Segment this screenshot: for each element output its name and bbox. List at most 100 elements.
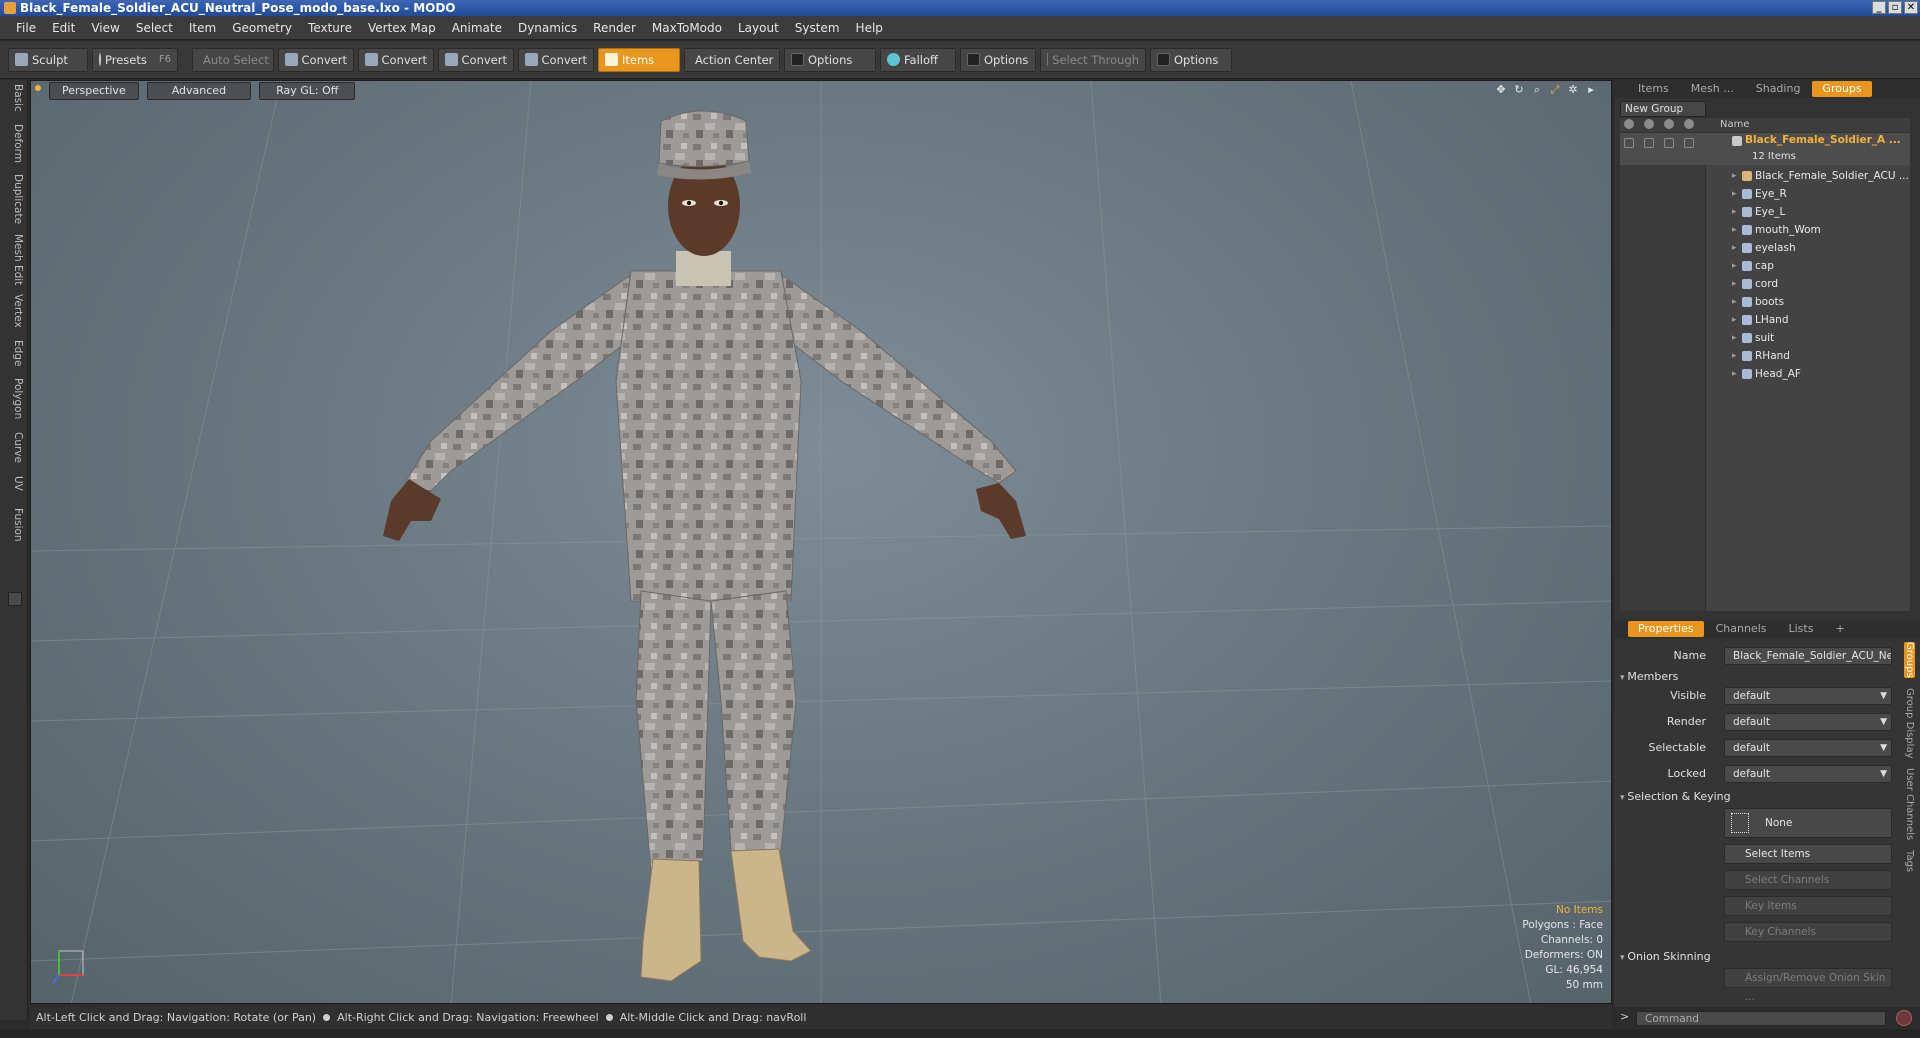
menu-select[interactable]: Select	[128, 21, 181, 35]
render-dropdown[interactable]: default ▼	[1724, 713, 1892, 731]
side-tab-tags[interactable]: Tags	[1904, 850, 1915, 872]
convert-button-2[interactable]: Convert	[358, 47, 434, 72]
key-channels-button[interactable]: Key Channels	[1724, 922, 1892, 942]
zoom-icon[interactable]: ⌕	[1531, 84, 1543, 96]
group-row[interactable]: Black_Female_Soldier_A ... 12 Items	[1620, 133, 1910, 165]
tab-deform[interactable]: Deform	[4, 124, 24, 163]
close-icon[interactable]: ✕	[1904, 1, 1918, 14]
list-item[interactable]: ▸ boots	[1620, 293, 1910, 311]
tab-basic[interactable]: Basic	[4, 84, 24, 112]
menu-item[interactable]: Item	[181, 21, 224, 35]
list-item[interactable]: ▸ eyelash	[1620, 239, 1910, 257]
3d-viewport[interactable]: Perspective Advanced Ray GL: Off ✥ ↻ ⌕ ⤢…	[30, 80, 1612, 1004]
menu-edit[interactable]: Edit	[44, 21, 83, 35]
selectable-icon[interactable]	[1664, 119, 1674, 129]
tab-fusion[interactable]: Fusion	[4, 508, 24, 542]
menu-vertex-map[interactable]: Vertex Map	[360, 21, 444, 35]
convert-button-4[interactable]: Convert	[518, 47, 594, 72]
menu-help[interactable]: Help	[848, 21, 891, 35]
maximize-viewport-icon[interactable]: ⤢	[1549, 84, 1561, 96]
shading-mode-button[interactable]: Advanced	[146, 82, 252, 100]
lock-icon[interactable]	[1684, 119, 1694, 129]
list-item[interactable]: ▸ Eye_L	[1620, 203, 1910, 221]
list-item[interactable]: ▸ Head_AF	[1620, 365, 1910, 383]
side-tab-user-channels[interactable]: User Channels	[1904, 768, 1915, 840]
key-items-button[interactable]: Key Items	[1724, 896, 1892, 916]
render-toggle[interactable]	[1644, 138, 1654, 148]
tab-duplicate[interactable]: Duplicate	[4, 174, 24, 224]
menu-maxtomodo[interactable]: MaxToModo	[644, 21, 730, 35]
select-toggle[interactable]	[1664, 138, 1674, 148]
raygl-button[interactable]: Ray GL: Off	[259, 82, 356, 100]
menu-file[interactable]: File	[8, 21, 44, 35]
locked-dropdown[interactable]: default ▼	[1724, 765, 1892, 783]
panel-toggle-icon[interactable]	[8, 592, 22, 606]
select-channels-button[interactable]: Select Channels	[1724, 870, 1892, 890]
tab-channels[interactable]: Channels	[1706, 621, 1777, 637]
sculpt-button[interactable]: Sculpt	[8, 47, 88, 72]
command-history-icon[interactable]	[1896, 1010, 1912, 1026]
viewport-menu-icon[interactable]	[35, 85, 41, 91]
menu-dynamics[interactable]: Dynamics	[510, 21, 585, 35]
tab-items[interactable]: Items	[1628, 81, 1679, 97]
options-button-3[interactable]: Options	[1150, 47, 1232, 72]
tab-uv[interactable]: UV	[4, 476, 24, 491]
menu-view[interactable]: View	[83, 21, 127, 35]
menu-layout[interactable]: Layout	[730, 21, 787, 35]
menu-system[interactable]: System	[787, 21, 848, 35]
side-tab-groups[interactable]: Groups	[1904, 642, 1915, 678]
list-item[interactable]: ▸ cord	[1620, 275, 1910, 293]
tab-curve[interactable]: Curve	[4, 432, 24, 463]
tab-properties[interactable]: Properties	[1628, 621, 1704, 637]
selection-keying-section[interactable]: Selection & Keying	[1620, 790, 1730, 803]
visibility-eye-icon[interactable]	[1624, 119, 1634, 129]
settings-gear-icon[interactable]: ✲	[1567, 84, 1579, 96]
select-through-button[interactable]: Select Through	[1040, 47, 1146, 72]
onion-skinning-section[interactable]: Onion Skinning	[1620, 950, 1710, 963]
new-group-button[interactable]: New Group	[1620, 101, 1706, 117]
list-item[interactable]: ▸ Eye_R	[1620, 185, 1910, 203]
list-item[interactable]: ▸ Black_Female_Soldier_ACU ...	[1620, 167, 1910, 185]
visible-dropdown[interactable]: default ▼	[1724, 687, 1892, 705]
menu-texture[interactable]: Texture	[300, 21, 360, 35]
visibility-toggle[interactable]	[1624, 138, 1634, 148]
action-center-button[interactable]: Action Center	[684, 47, 780, 72]
assign-onion-skin-button[interactable]: Assign/Remove Onion Skin ...	[1724, 968, 1892, 1003]
members-section[interactable]: Members	[1620, 670, 1678, 683]
add-tab-icon[interactable]: +	[1825, 621, 1854, 637]
lock-toggle[interactable]	[1684, 138, 1694, 148]
auto-select-button[interactable]: Auto Select	[192, 47, 274, 72]
list-item[interactable]: ▸ cap	[1620, 257, 1910, 275]
expand-arrow-icon[interactable]: ▸	[1585, 84, 1597, 96]
presets-button[interactable]: Presets F6	[92, 47, 178, 72]
tab-shading[interactable]: Shading	[1746, 81, 1811, 97]
falloff-button[interactable]: Falloff	[880, 47, 956, 72]
items-mode-button[interactable]: Items	[598, 47, 680, 72]
minimize-icon[interactable]: _	[1872, 1, 1886, 14]
tab-mesh-edit[interactable]: Mesh Edit	[4, 234, 24, 285]
list-item[interactable]: ▸ suit	[1620, 329, 1910, 347]
list-item[interactable]: ▸ mouth_Wom	[1620, 221, 1910, 239]
tab-groups[interactable]: Groups	[1812, 81, 1872, 97]
list-item[interactable]: ▸ LHand	[1620, 311, 1910, 329]
pan-icon[interactable]: ✥	[1495, 84, 1507, 96]
tab-edge[interactable]: Edge	[4, 340, 24, 366]
side-tab-group-display[interactable]: Group Display	[1904, 688, 1915, 758]
tab-polygon[interactable]: Polygon	[4, 378, 24, 419]
tab-lists[interactable]: Lists	[1779, 621, 1824, 637]
convert-button-3[interactable]: Convert	[438, 47, 514, 72]
menu-render[interactable]: Render	[585, 21, 644, 35]
menu-geometry[interactable]: Geometry	[224, 21, 300, 35]
options-button-2[interactable]: Options	[960, 47, 1036, 72]
menu-animate[interactable]: Animate	[444, 21, 510, 35]
tab-vertex[interactable]: Vertex	[4, 294, 24, 328]
rotate-icon[interactable]: ↻	[1513, 84, 1525, 96]
none-button[interactable]: None	[1724, 808, 1892, 838]
group-name-field[interactable]: Black_Female_Soldier_ACU_Neut	[1724, 647, 1892, 665]
list-item[interactable]: ▸ RHand	[1620, 347, 1910, 365]
maximize-icon[interactable]: ▫	[1888, 1, 1902, 14]
view-type-button[interactable]: Perspective	[49, 82, 139, 100]
selectable-dropdown[interactable]: default ▼	[1724, 739, 1892, 757]
tab-mesh[interactable]: Mesh ...	[1681, 81, 1744, 97]
render-icon[interactable]	[1644, 119, 1654, 129]
